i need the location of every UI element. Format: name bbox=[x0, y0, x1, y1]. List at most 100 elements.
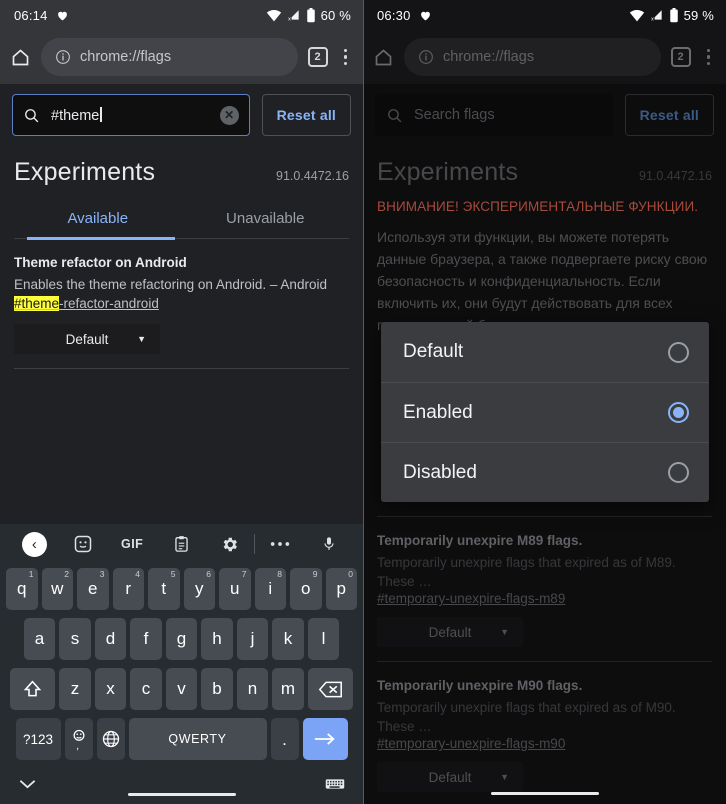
key-k[interactable]: k bbox=[272, 618, 304, 660]
chevron-down-icon: ▼ bbox=[137, 334, 146, 344]
omnibox-url: chrome://flags bbox=[443, 49, 535, 65]
status-time: 06:14 bbox=[14, 7, 48, 23]
radio-button[interactable] bbox=[668, 462, 689, 483]
reset-all-button[interactable]: Reset all bbox=[261, 94, 351, 136]
option-label: Enabled bbox=[403, 401, 473, 423]
shift-icon[interactable] bbox=[10, 668, 56, 710]
key-p[interactable]: p0 bbox=[325, 568, 357, 610]
flag-description: Enables the theme refactoring on Android… bbox=[14, 275, 349, 313]
search-input[interactable]: Search flags bbox=[375, 94, 613, 136]
key-g[interactable]: g bbox=[165, 618, 198, 660]
heart-icon bbox=[57, 11, 67, 20]
chevron-down-icon[interactable] bbox=[18, 777, 37, 791]
key-c[interactable]: c bbox=[130, 668, 162, 710]
chevron-down-icon: ▼ bbox=[500, 627, 509, 637]
key-f[interactable]: f bbox=[130, 618, 162, 660]
flag-select-value: Default bbox=[65, 331, 109, 347]
emoji-comma-icon[interactable]: , bbox=[64, 718, 93, 760]
flag-id[interactable]: #temporary-unexpire-flags-m90 bbox=[377, 736, 712, 751]
key-z[interactable]: z bbox=[59, 668, 91, 710]
key-u[interactable]: u7 bbox=[219, 568, 251, 610]
flag-select[interactable]: Default ▼ bbox=[14, 324, 160, 354]
radio-button-selected[interactable] bbox=[668, 402, 689, 423]
key-y[interactable]: y6 bbox=[183, 568, 215, 610]
key-q[interactable]: q1 bbox=[6, 568, 38, 610]
keyboard-nav-bar bbox=[0, 764, 363, 804]
key-b[interactable]: b bbox=[201, 668, 233, 710]
key-e[interactable]: e3 bbox=[77, 568, 109, 610]
omnibox[interactable]: chrome://flags bbox=[41, 38, 298, 76]
keyboard-back-button[interactable]: ‹ bbox=[10, 531, 59, 557]
flag-id[interactable]: #temporary-unexpire-flags-m89 bbox=[377, 591, 712, 606]
flag-title: Theme refactor on Android bbox=[14, 255, 187, 270]
page-title: Experiments bbox=[14, 158, 156, 186]
flag-select[interactable]: Default ▼ bbox=[377, 762, 523, 792]
flag-entry: Theme refactor on Android Enables the th… bbox=[14, 239, 349, 369]
flag-select-wrap: Default ▼ bbox=[14, 313, 349, 368]
key-number: 4 bbox=[135, 569, 140, 579]
backspace-icon[interactable] bbox=[307, 668, 353, 710]
key-label: p bbox=[336, 579, 346, 598]
tab-available[interactable]: Available bbox=[14, 201, 182, 238]
key-r[interactable]: r4 bbox=[112, 568, 144, 610]
omnibox[interactable]: chrome://flags bbox=[404, 38, 661, 76]
radio-button[interactable] bbox=[668, 341, 689, 363]
home-indicator bbox=[490, 791, 599, 795]
flag-id-highlight: #theme bbox=[14, 296, 60, 311]
key-o[interactable]: o9 bbox=[290, 568, 322, 610]
key-d[interactable]: d bbox=[94, 618, 127, 660]
home-icon[interactable] bbox=[373, 47, 394, 68]
key-n[interactable]: n bbox=[236, 668, 269, 710]
dialog-option-enabled[interactable]: Enabled bbox=[381, 382, 709, 442]
clipboard-icon[interactable] bbox=[157, 534, 206, 554]
key-label: u bbox=[230, 579, 240, 598]
experiments-header-right: Experiments 91.0.4472.16 bbox=[377, 148, 712, 193]
search-input[interactable]: #theme ✕ bbox=[12, 94, 250, 136]
key-space[interactable]: QWERTY bbox=[128, 718, 267, 760]
flag-select[interactable]: Default ▼ bbox=[377, 617, 523, 647]
key-label: e bbox=[88, 579, 98, 598]
key-v[interactable]: v bbox=[165, 668, 198, 710]
tab-count-button[interactable]: 2 bbox=[307, 47, 328, 67]
flag-description: Temporarily unexpire flags that expired … bbox=[377, 700, 676, 734]
keyboard-icon[interactable] bbox=[325, 777, 345, 791]
key-t[interactable]: t5 bbox=[148, 568, 180, 610]
dialog-option-default[interactable]: Default bbox=[381, 322, 709, 382]
back-icon: ‹ bbox=[21, 531, 47, 557]
status-time: 06:30 bbox=[377, 7, 411, 23]
tab-count-button[interactable]: 2 bbox=[670, 47, 691, 67]
key-period[interactable]: . bbox=[270, 718, 299, 760]
kebab-menu-icon[interactable] bbox=[701, 46, 717, 69]
flags-list-right: Temporarily unexpire M89 flags. Temporar… bbox=[363, 516, 726, 804]
clear-icon[interactable]: ✕ bbox=[219, 105, 239, 125]
reset-all-button[interactable]: Reset all bbox=[624, 94, 714, 136]
flag-description: Temporarily unexpire flags that expired … bbox=[377, 555, 676, 589]
key-w[interactable]: w2 bbox=[41, 568, 73, 610]
gear-icon[interactable] bbox=[205, 535, 254, 554]
browser-toolbar-right: chrome://flags 2 bbox=[363, 30, 726, 84]
home-icon[interactable] bbox=[10, 47, 31, 68]
key-symbols[interactable]: ?123 bbox=[15, 718, 61, 760]
key-s[interactable]: s bbox=[59, 618, 91, 660]
key-i[interactable]: i8 bbox=[254, 568, 286, 610]
cell-signal-off-icon: x bbox=[287, 9, 299, 22]
key-j[interactable]: j bbox=[236, 618, 269, 660]
flags-tabs: Available Unavailable bbox=[14, 201, 349, 238]
enter-arrow-icon[interactable] bbox=[302, 718, 348, 760]
key-a[interactable]: a bbox=[23, 618, 56, 660]
key-x[interactable]: x bbox=[94, 668, 127, 710]
key-m[interactable]: m bbox=[272, 668, 304, 710]
key-l[interactable]: l bbox=[307, 618, 340, 660]
globe-icon[interactable] bbox=[96, 718, 125, 760]
sticker-icon[interactable] bbox=[59, 534, 108, 554]
heart-icon bbox=[420, 11, 430, 20]
more-icon[interactable] bbox=[255, 540, 304, 548]
gif-button[interactable]: GIF bbox=[108, 537, 157, 551]
key-h[interactable]: h bbox=[201, 618, 233, 660]
flag-title: Temporarily unexpire M89 flags. bbox=[377, 533, 583, 548]
mic-icon[interactable] bbox=[304, 534, 353, 554]
tab-unavailable[interactable]: Unavailable bbox=[182, 201, 350, 238]
experiments-header-left: Experiments 91.0.4472.16 bbox=[14, 148, 349, 193]
dialog-option-disabled[interactable]: Disabled bbox=[381, 442, 709, 502]
kebab-menu-icon[interactable] bbox=[338, 46, 354, 69]
